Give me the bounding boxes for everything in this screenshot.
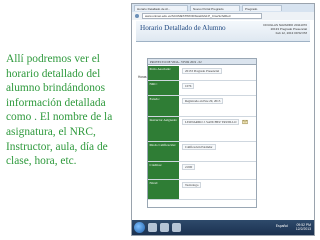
url-field[interactable]: www.unimet.edu.ve/SCUMET/PROD/bwskfshd.P… [142, 13, 262, 19]
page-title: Horario Detallado de Alumno [140, 24, 226, 32]
row-value: Tecnólogo [179, 180, 256, 199]
row-label: Instructor Asignado: [148, 117, 179, 141]
row-value: 20133 Pregrado Presencial [179, 66, 256, 80]
browser-tab[interactable]: Pregrado [242, 5, 282, 11]
clock-date: 12/2/2013 [295, 227, 311, 232]
clock: 09:52 PM 12/2/2013 [296, 223, 311, 232]
row-label: Estado: [148, 96, 179, 116]
table-row: Nivel: Tecnólogo [148, 180, 256, 200]
start-button[interactable] [134, 222, 145, 233]
table-row: Perio Asociado: 20133 Pregrado Presencia… [148, 66, 256, 81]
media-app-icon[interactable] [172, 223, 181, 232]
page-banner: Horario Detallado de Alumno DOUGLAS NAVA… [136, 21, 310, 42]
course-detail-table: PROYECTO DE VIDA - VIVIR 2019 - 02 Perio… [147, 58, 257, 208]
browser-tab[interactable]: Nuevo Portal Pregrado [190, 5, 240, 11]
row-label: Nivel: [148, 180, 179, 199]
ie-app-icon[interactable] [148, 223, 157, 232]
row-value: Registrado en Ene 29, 2013 [179, 96, 256, 116]
explorer-app-icon[interactable] [160, 223, 169, 232]
table-row: Instructor Asignado: LEONARDO J. SANCHEZ… [148, 117, 256, 142]
table-row: Créditos: 2.000 [148, 162, 256, 180]
language-indicator[interactable]: Español [276, 224, 288, 228]
windows-taskbar: Español 09:52 PM 12/2/2013 [132, 220, 314, 235]
row-value: LEONARDO J. SANCHEZ TRUJILLO [179, 117, 256, 141]
header-info: DOUGLAS NAVARRO 20111070 20133 Pregrado … [263, 23, 307, 35]
row-value: 1076 [179, 81, 256, 95]
back-icon[interactable] [135, 14, 139, 18]
email-instructor-icon[interactable] [242, 119, 248, 125]
row-value: Calificación Estándar [179, 142, 256, 161]
row-label: NRC: [148, 81, 179, 95]
course-title: PROYECTO DE VIDA - VIVIR 2019 - 02 [148, 59, 256, 65]
browser-tab[interactable]: Horario Detallado de Al... [134, 5, 188, 11]
table-row: Estado: Registrado en Ene 29, 2013 [148, 96, 256, 117]
table-row: Modo Calificación: Calificación Estándar [148, 142, 256, 162]
row-label: Perio Asociado: [148, 66, 179, 80]
table-row: NRC: 1076 [148, 81, 256, 96]
row-value: 2.000 [179, 162, 256, 179]
header-date: Feb 12, 2013 09:52 PM [275, 31, 307, 35]
row-label: Créditos: [148, 162, 179, 179]
row-label: Modo Calificación: [148, 142, 179, 161]
slide-caption: Allí podremos ver el horario detallado d… [6, 53, 113, 168]
